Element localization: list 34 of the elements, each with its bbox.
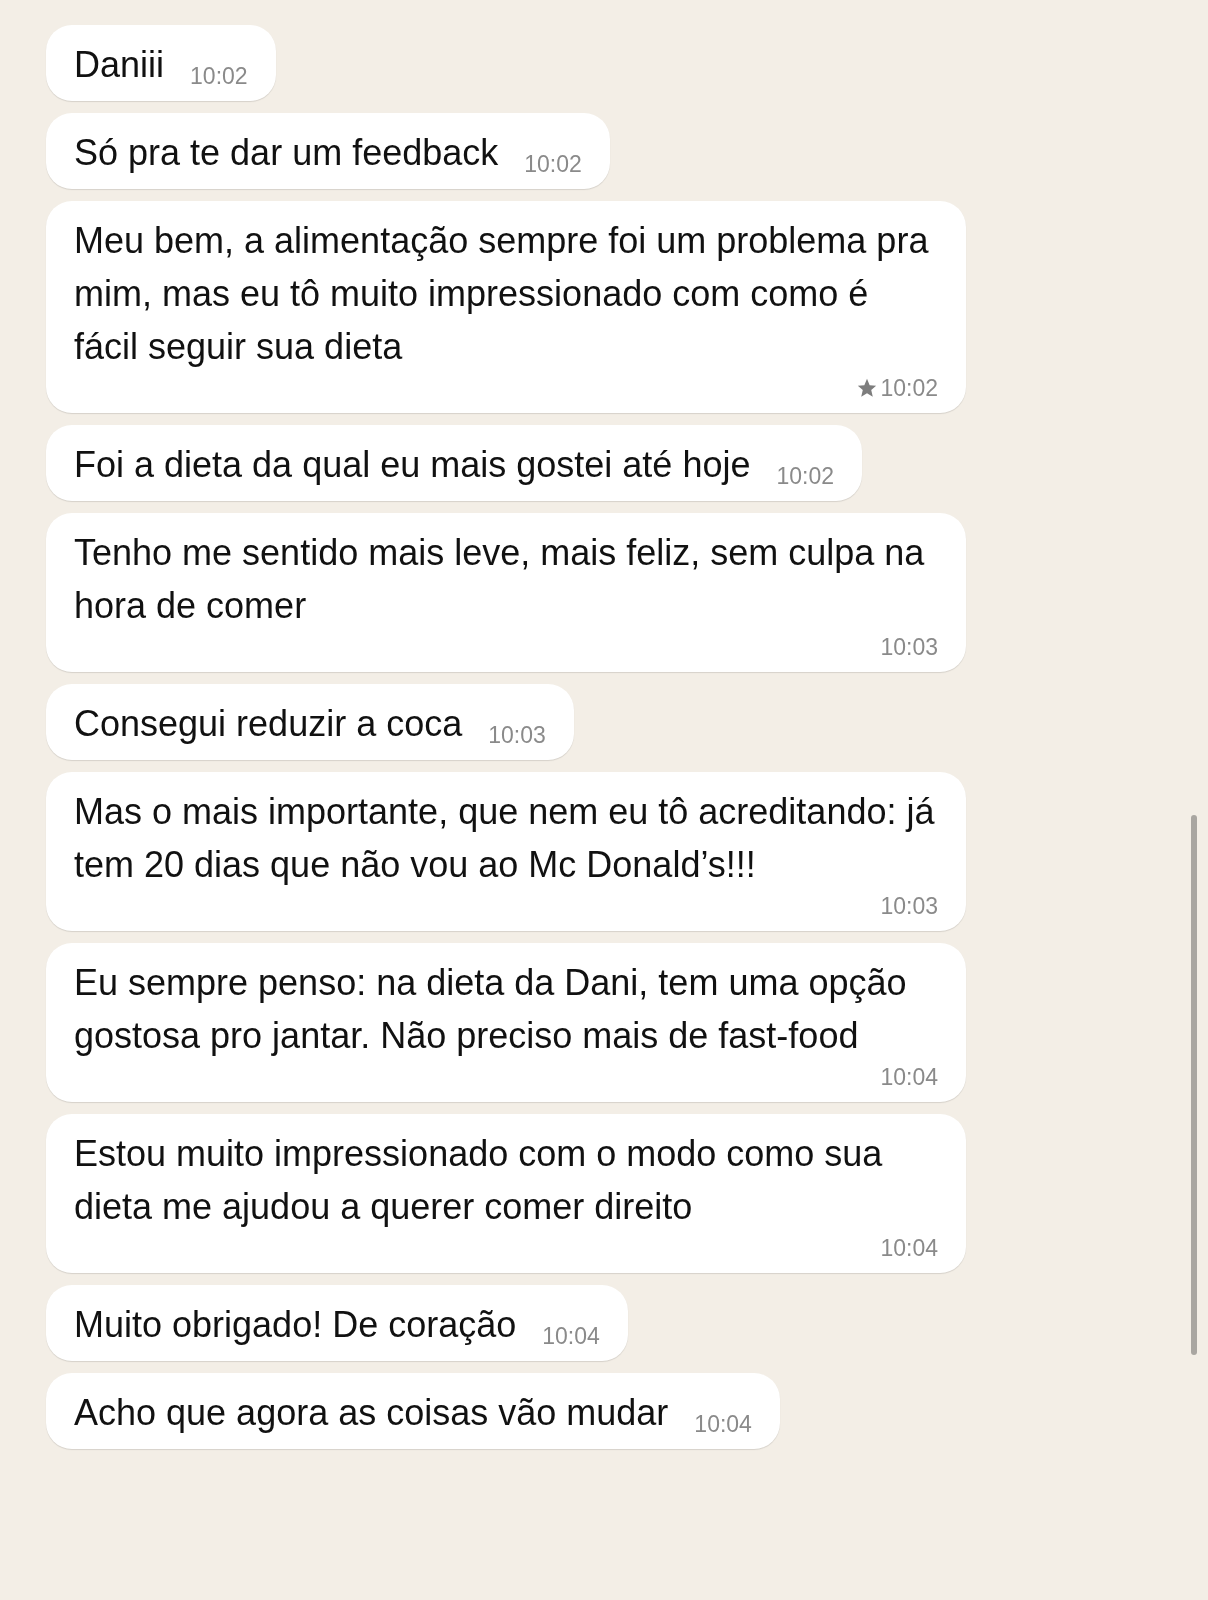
message-time: 10:02 (776, 462, 834, 491)
message-bubble[interactable]: Tenho me sentido mais leve, mais feliz, sem culpa na hora de comer 10:03 (46, 513, 966, 672)
message-bubble[interactable]: Foi a dieta da qual eu mais gostei até hoje 10:02 (46, 425, 862, 501)
message-time: 10:04 (542, 1322, 600, 1351)
message-text: Eu sempre penso: na dieta da Dani, tem uma opção gostosa pro jantar. Não preciso mais de fast-food (74, 961, 908, 1058)
message-bubble[interactable]: Mas o mais importante, que nem eu tô acreditando: já tem 20 dias que não vou ao Mc Donald’s!!! 10:03 (46, 772, 966, 931)
message-bubble[interactable]: Estou muito impressionado com o modo como sua dieta me ajudou a querer comer direito 10:04 (46, 1114, 966, 1273)
message-text: Mas o mais importante, que nem eu tô acreditando: já tem 20 dias que não vou ao Mc Donald’s!!! (74, 790, 936, 887)
message-time: 10:03 (880, 892, 938, 921)
message-text: Meu bem, a alimentação sempre foi um problema pra mim, mas eu tô muito impressionado com como é fácil seguir sua dieta (74, 219, 930, 369)
message-text: Acho que agora as coisas vão mudar (74, 1391, 669, 1435)
message-time: 10:02 (524, 150, 582, 179)
message-bubble[interactable]: Só pra te dar um feedback 10:02 (46, 113, 610, 189)
message-text: Tenho me sentido mais leve, mais feliz, sem culpa na hora de comer (74, 531, 926, 628)
message-text: Consegui reduzir a coca (74, 702, 463, 746)
message-time: 10:04 (880, 1063, 938, 1092)
message-bubble[interactable]: Daniii 10:02 (46, 25, 276, 101)
message-text: Só pra te dar um feedback (74, 131, 499, 175)
message-text: Foi a dieta da qual eu mais gostei até hoje (74, 443, 751, 487)
message-time: 10:04 (880, 1234, 938, 1263)
message-bubble[interactable]: Consegui reduzir a coca 10:03 (46, 684, 574, 760)
message-text: Estou muito impressionado com o modo como sua dieta me ajudou a querer comer direito (74, 1132, 884, 1229)
message-time: 10:03 (880, 633, 938, 662)
message-time: 10:04 (694, 1410, 752, 1439)
message-bubble[interactable]: Acho que agora as coisas vão mudar 10:04 (46, 1373, 780, 1449)
message-bubble[interactable]: Muito obrigado! De coração 10:04 (46, 1285, 628, 1361)
scrollbar[interactable] (1191, 815, 1197, 1355)
message-time: 10:03 (488, 721, 546, 750)
message-text: Muito obrigado! De coração (74, 1303, 517, 1347)
message-time: 10:02 (190, 62, 248, 91)
message-bubble[interactable]: Eu sempre penso: na dieta da Dani, tem uma opção gostosa pro jantar. Não preciso mais de fast-food 10:04 (46, 943, 966, 1102)
message-bubble[interactable]: Meu bem, a alimentação sempre foi um problema pra mim, mas eu tô muito impressionado com como é fácil seguir sua dieta 10:02 (46, 201, 966, 413)
message-text: Daniii (74, 43, 165, 87)
message-time: 10:02 (880, 374, 938, 403)
